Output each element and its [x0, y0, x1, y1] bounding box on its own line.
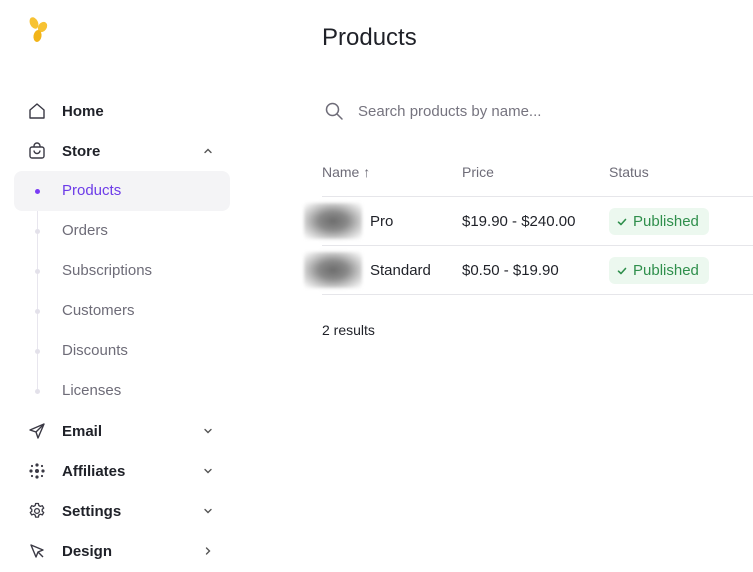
sidebar-item-label: Email [62, 422, 103, 440]
product-name[interactable]: Pro [370, 213, 393, 230]
cursor-icon [30, 544, 44, 558]
sidebar-subitem-label: Licenses [62, 382, 122, 399]
chevron-right-icon[interactable] [202, 545, 214, 557]
sidebar-subitem-label: Subscriptions [62, 262, 153, 279]
sidebar-item-label: Home [62, 102, 104, 120]
product-thumbnail [304, 203, 362, 239]
sidebar-subitem-discounts[interactable]: Discounts [14, 331, 230, 371]
sidebar-subitem-customers[interactable]: Customers [14, 291, 230, 331]
send-icon [29, 423, 45, 439]
sidebar-item-email[interactable]: Email [14, 411, 230, 451]
table-row[interactable]: Pro $19.90 - $240.00 Published [304, 197, 753, 245]
subitem-dot [35, 349, 40, 354]
table-divider [322, 294, 753, 295]
subitem-dot [35, 389, 40, 394]
sidebar-subitem-label: Orders [62, 222, 108, 239]
sidebar-item-design[interactable]: Design [14, 531, 230, 571]
chevron-down-icon[interactable] [202, 465, 214, 477]
status-badge: Published [609, 257, 709, 284]
sidebar-subitem-orders[interactable]: Orders [14, 211, 230, 251]
sidebar-item-label: Store [62, 142, 101, 160]
status-text: Published [633, 213, 699, 230]
sidebar-subitem-subscriptions[interactable]: Subscriptions [14, 251, 230, 291]
sidebar-subitem-licenses[interactable]: Licenses [14, 371, 230, 411]
status-badge: Published [609, 208, 709, 235]
sidebar-subitem-label: Products [62, 182, 122, 199]
product-price: $0.50 - $19.90 [462, 262, 559, 279]
subitem-dot [35, 269, 40, 274]
home-icon [29, 103, 45, 119]
sidebar-item-settings[interactable]: Settings [14, 491, 230, 531]
product-thumbnail [304, 252, 362, 288]
page-title: Products [322, 24, 417, 51]
check-icon [617, 267, 627, 274]
product-price: $19.90 - $240.00 [462, 213, 576, 230]
chevron-up-icon[interactable] [202, 145, 214, 157]
status-text: Published [633, 262, 699, 279]
column-header-name[interactable]: Name ↑ [322, 164, 370, 180]
shopping-bag-icon [29, 142, 45, 159]
sidebar-subitem-products[interactable]: Products [14, 171, 230, 211]
product-name[interactable]: Standard [370, 262, 431, 279]
table-row[interactable]: Standard $0.50 - $19.90 Published [304, 246, 753, 294]
chevron-down-icon[interactable] [202, 505, 214, 517]
subitem-dot [35, 309, 40, 314]
column-header-price[interactable]: Price [462, 164, 494, 180]
search-input[interactable] [358, 99, 738, 123]
column-header-status[interactable]: Status [609, 164, 649, 180]
sidebar-item-home[interactable]: Home [14, 91, 230, 131]
affiliates-icon [29, 463, 45, 479]
sidebar-item-affiliates[interactable]: Affiliates [14, 451, 230, 491]
sidebar-item-label: Affiliates [62, 462, 126, 480]
sidebar-item-label: Settings [62, 502, 122, 520]
search-bar [322, 96, 753, 126]
subitem-dot [35, 229, 40, 234]
sidebar-subitem-label: Discounts [62, 342, 128, 359]
sidebar-item-label: Design [62, 542, 113, 560]
sidebar-subitem-label: Customers [62, 302, 135, 319]
results-count: 2 results [322, 322, 375, 338]
check-icon [617, 218, 627, 225]
sidebar-item-store[interactable]: Store [14, 131, 230, 171]
search-icon [325, 102, 343, 120]
chevron-down-icon[interactable] [202, 425, 214, 437]
gear-icon [29, 502, 45, 518]
sidebar: Home Store Products Orders Subscriptions… [0, 0, 244, 572]
subitem-dot [35, 189, 40, 194]
